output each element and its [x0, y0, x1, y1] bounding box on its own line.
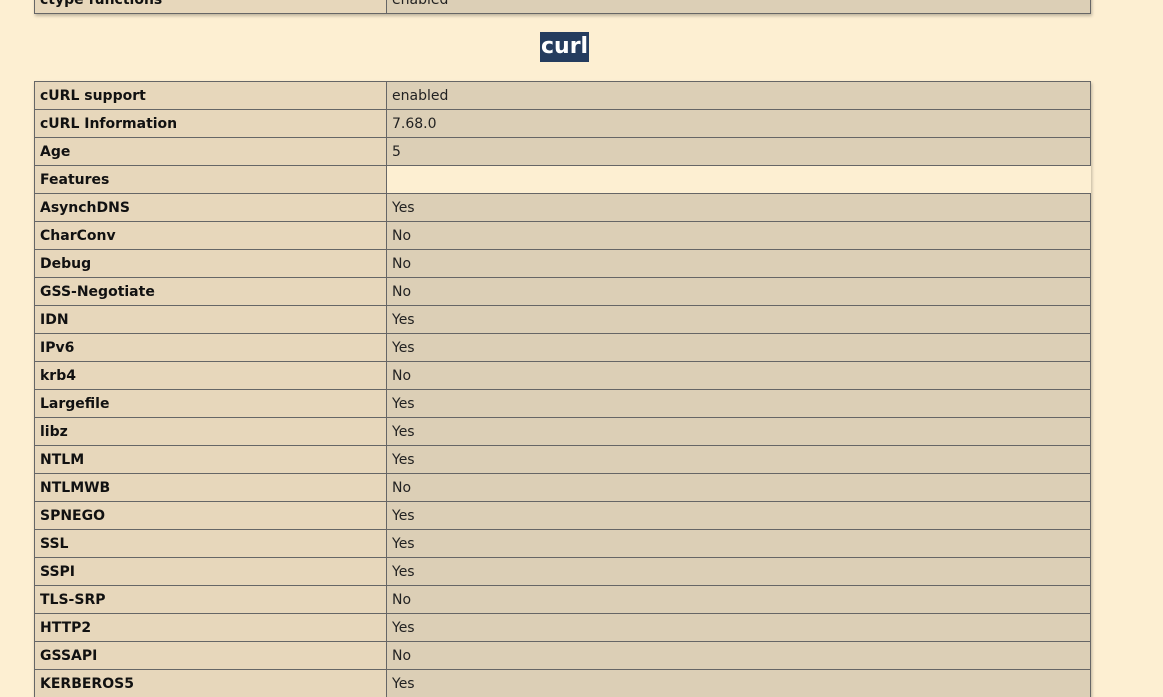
row-value: enabled: [386, 81, 1091, 110]
row-value: Yes: [386, 193, 1091, 222]
row-value: Yes: [386, 389, 1091, 418]
row-value: No: [386, 361, 1091, 390]
row-name: cURL Information: [34, 109, 387, 138]
table-row: cURL Information 7.68.0: [34, 109, 1091, 138]
row-value: 7.68.0: [386, 109, 1091, 138]
row-value: No: [386, 221, 1091, 250]
table-row: IPv6 Yes: [34, 333, 1091, 362]
table-row: SSPI Yes: [34, 557, 1091, 586]
curl-info-table: cURL support enabled cURL Information 7.68.…: [34, 81, 1091, 697]
table-row: NTLM Yes: [34, 445, 1091, 474]
row-name: GSS-Negotiate: [34, 277, 387, 306]
table-row: Features: [34, 165, 1091, 194]
row-value: Yes: [386, 333, 1091, 362]
row-name: SPNEGO: [34, 501, 387, 530]
table-row: Age 5: [34, 137, 1091, 166]
row-name: ctype functions: [34, 0, 387, 14]
table-row: SPNEGO Yes: [34, 501, 1091, 530]
table-row: GSS-Negotiate No: [34, 277, 1091, 306]
table-row: cURL support enabled: [34, 81, 1091, 110]
table-row: libz Yes: [34, 417, 1091, 446]
table-row: TLS-SRP No: [34, 585, 1091, 614]
table-row: Debug No: [34, 249, 1091, 278]
table-row: krb4 No: [34, 361, 1091, 390]
row-value: No: [386, 473, 1091, 502]
table-row: IDN Yes: [34, 305, 1091, 334]
row-name: TLS-SRP: [34, 585, 387, 614]
row-name: IDN: [34, 305, 387, 334]
row-name: GSSAPI: [34, 641, 387, 670]
ctype-table: ctype functions enabled: [34, 0, 1091, 14]
row-value: Yes: [386, 669, 1091, 697]
row-value: [386, 165, 1091, 194]
row-name: NTLMWB: [34, 473, 387, 502]
row-name: CharConv: [34, 221, 387, 250]
row-value: Yes: [386, 501, 1091, 530]
row-value: Yes: [386, 557, 1091, 586]
row-value: Yes: [386, 445, 1091, 474]
row-name: krb4: [34, 361, 387, 390]
table-row: ctype functions enabled: [34, 0, 1091, 14]
section-title: curl: [540, 32, 590, 62]
row-name: libz: [34, 417, 387, 446]
table-row: CharConv No: [34, 221, 1091, 250]
row-value: No: [386, 585, 1091, 614]
curl-rows: cURL support enabled cURL Information 7.68.…: [34, 81, 1091, 697]
table-row: Largefile Yes: [34, 389, 1091, 418]
row-value: No: [386, 277, 1091, 306]
row-value: 5: [386, 137, 1091, 166]
row-name: Largefile: [34, 389, 387, 418]
row-name: Age: [34, 137, 387, 166]
phpinfo-page: ctype functions enabled curl cURL suppor…: [0, 0, 1163, 697]
row-name: AsynchDNS: [34, 193, 387, 222]
row-value: Yes: [386, 613, 1091, 642]
table-row: KERBEROS5 Yes: [34, 669, 1091, 697]
row-name: Debug: [34, 249, 387, 278]
row-value: No: [386, 249, 1091, 278]
row-name: Features: [34, 165, 387, 194]
table-row: SSL Yes: [34, 529, 1091, 558]
row-name: KERBEROS5: [34, 669, 387, 697]
row-value: Yes: [386, 529, 1091, 558]
row-name: SSPI: [34, 557, 387, 586]
row-value: Yes: [386, 417, 1091, 446]
row-name: cURL support: [34, 81, 387, 110]
row-value: Yes: [386, 305, 1091, 334]
table-row: AsynchDNS Yes: [34, 193, 1091, 222]
table-row: HTTP2 Yes: [34, 613, 1091, 642]
row-name: HTTP2: [34, 613, 387, 642]
row-value: No: [386, 641, 1091, 670]
row-name: NTLM: [34, 445, 387, 474]
table-row: GSSAPI No: [34, 641, 1091, 670]
row-name: IPv6: [34, 333, 387, 362]
row-name: SSL: [34, 529, 387, 558]
row-value: enabled: [386, 0, 1091, 14]
table-row: NTLMWB No: [34, 473, 1091, 502]
